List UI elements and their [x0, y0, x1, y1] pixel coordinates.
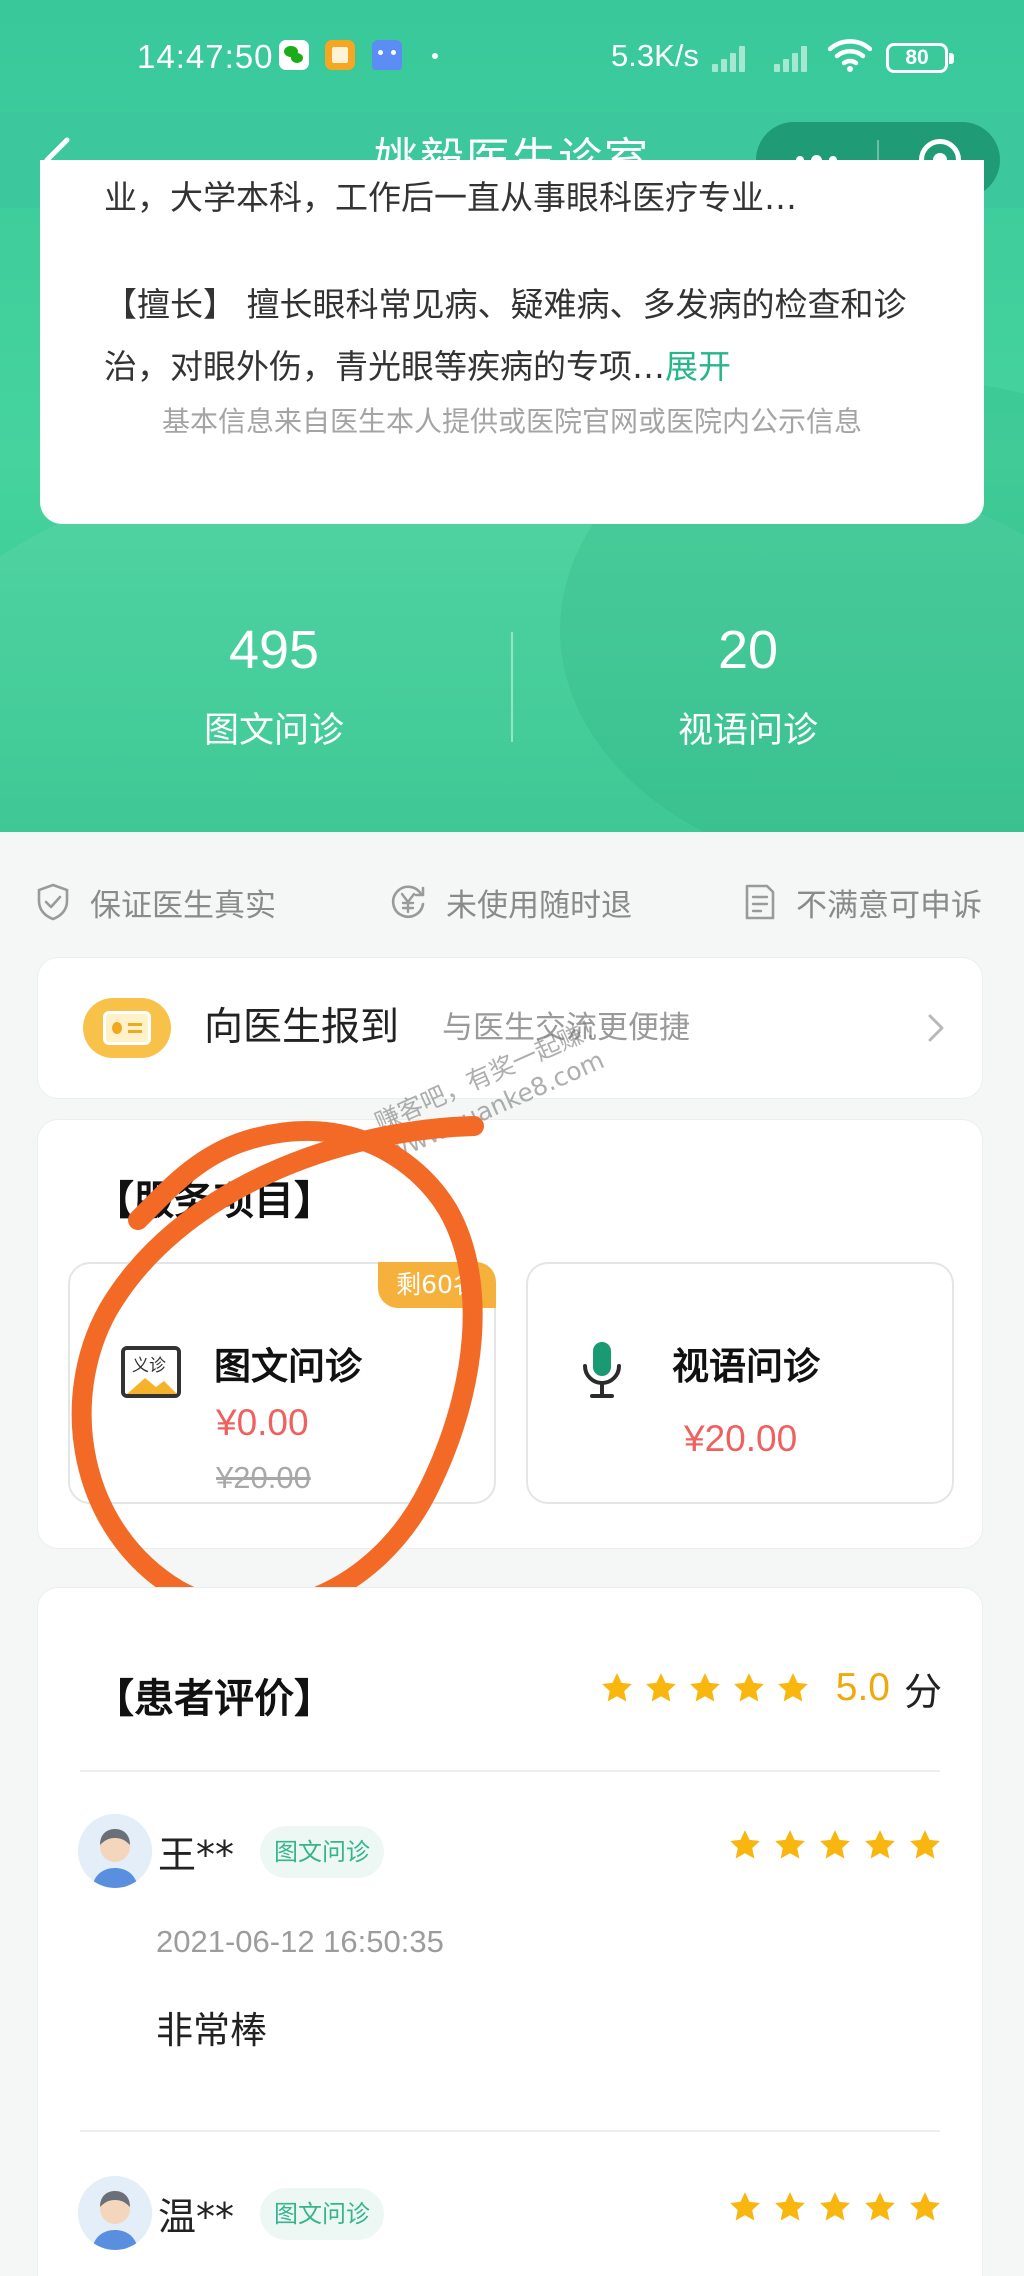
service-price: ¥20.00: [684, 1418, 798, 1459]
service-section-title: 【服务项目】: [94, 1178, 334, 1224]
service-price: ¥0.00: [216, 1402, 309, 1443]
star-icon: [728, 2190, 762, 2224]
reviewer-name: 温**: [158, 2195, 235, 2239]
rating-score: 5.0: [835, 1666, 890, 1709]
stat-divider: [511, 632, 513, 742]
stat-video-consultations: 20 视语问诊: [608, 608, 888, 766]
report-title: 向医生报到: [204, 1005, 400, 1050]
document-icon: [745, 884, 775, 920]
star-icon: [688, 1671, 722, 1705]
guarantee-label: 不满意可申诉: [796, 887, 982, 924]
battery-level: 80: [905, 46, 929, 69]
star-icon: [776, 1671, 810, 1705]
stat-value: 20: [717, 620, 779, 680]
review-stars: [728, 2190, 942, 2224]
consult-type-tag: 图文问诊: [260, 1826, 384, 1878]
stat-tuwen-consultations: 495 图文问诊: [134, 608, 414, 766]
divider: [80, 2130, 940, 2132]
star-icon: [728, 1828, 762, 1862]
consult-type-tag: 图文问诊: [260, 2188, 384, 2240]
service-original-price: ¥20.00: [216, 1460, 311, 1495]
guarantee-label: 未使用随时退: [446, 887, 632, 924]
microphone-icon: [583, 1342, 621, 1398]
service-name: 视语问诊: [672, 1345, 820, 1388]
patient-reviews-card: 【患者评价】 5.0 分 王** 图文问诊 2021-06-12 16:50:3…: [38, 1588, 982, 2276]
info-source-note: 基本信息来自医生本人提供或医院官网或医院内公示信息: [161, 405, 862, 438]
avatar: [78, 1814, 152, 1888]
star-icon: [773, 2190, 807, 2224]
star-icon: [908, 2190, 942, 2224]
battery-icon: 80: [886, 43, 954, 73]
wifi-icon: [828, 39, 872, 72]
reviewer-name: 王**: [158, 1833, 235, 1877]
guarantee-real-doctor: 保证医生真实: [36, 872, 276, 932]
stat-label: 视语问诊: [677, 711, 818, 751]
signal-icon: [712, 44, 756, 72]
star-icon: [773, 1828, 807, 1862]
intro-text-truncated: 业，大学本科，工作后一直从事眼科医疗专业…: [104, 178, 797, 217]
star-icon: [818, 2190, 852, 2224]
star-icon: [908, 1828, 942, 1862]
avatar: [78, 2176, 152, 2250]
review-stars: [728, 1828, 942, 1862]
robot-app-icon: [372, 40, 402, 70]
star-icon: [818, 1828, 852, 1862]
id-card-icon: [83, 998, 171, 1058]
expand-link[interactable]: 展开: [665, 347, 731, 386]
star-icon: [600, 1671, 634, 1705]
star-icon: [644, 1671, 678, 1705]
stat-value: 495: [228, 620, 320, 680]
more-notifications-icon: [432, 53, 438, 59]
guarantee-refund: 未使用随时退: [390, 872, 632, 932]
yuan-refund-icon: [391, 885, 425, 919]
shield-check-icon: [37, 883, 69, 921]
notes-app-icon: [325, 40, 355, 70]
quota-badge: 剩60名: [378, 1262, 496, 1308]
signal-icon: [774, 44, 818, 72]
doctor-intro-card: 业，大学本科，工作后一直从事眼科医疗专业… 【擅长】 擅长眼科常见病、疑难病、多…: [40, 160, 984, 524]
specialty-description: 【擅长】 擅长眼科常见病、疑难病、多发病的检查和诊治，对眼外伤，青光眼等疾病的专…: [104, 285, 907, 386]
star-icon: [863, 1828, 897, 1862]
service-video-consult[interactable]: 视语问诊 ¥20.00: [526, 1262, 954, 1504]
wechat-icon: [279, 40, 309, 70]
service-items-card: 【服务项目】 剩60名 义诊 图文问诊 ¥0.00 ¥20.00 视语问诊 ¥2…: [38, 1120, 982, 1548]
review-text: 非常棒: [156, 2009, 267, 2052]
guarantee-label: 保证医生真实: [90, 887, 276, 924]
star-icon: [863, 2190, 897, 2224]
service-tuwen-consult[interactable]: 剩60名 义诊 图文问诊 ¥0.00 ¥20.00: [68, 1262, 496, 1504]
icon-label: 义诊: [132, 1356, 166, 1376]
star-icon: [732, 1671, 766, 1705]
rating-summary: 5.0 分: [600, 1658, 942, 1718]
guarantee-row: 保证医生真实 未使用随时退 不满意可申诉: [0, 872, 1024, 932]
service-name: 图文问诊: [214, 1345, 362, 1388]
review-date: 2021-06-12 16:50:35: [156, 1924, 444, 1959]
specialty-text: 【擅长】 擅长眼科常见病、疑难病、多发病的检查和诊治，对眼外伤，青光眼等疾病的专…: [104, 274, 964, 398]
stat-label: 图文问诊: [203, 711, 344, 751]
rating-unit: 分: [903, 1669, 942, 1714]
reviews-section-title: 【患者评价】: [94, 1676, 334, 1722]
status-bar: 14:47:50 5.3K/s 80: [0, 0, 1024, 112]
divider: [80, 1770, 940, 1772]
chevron-right-icon: [928, 1014, 944, 1042]
network-speed: 5.3K/s: [611, 38, 699, 73]
guarantee-complaint: 不满意可申诉: [744, 872, 982, 932]
status-time: 14:47:50: [137, 38, 274, 75]
image-text-icon: 义诊: [121, 1346, 181, 1398]
